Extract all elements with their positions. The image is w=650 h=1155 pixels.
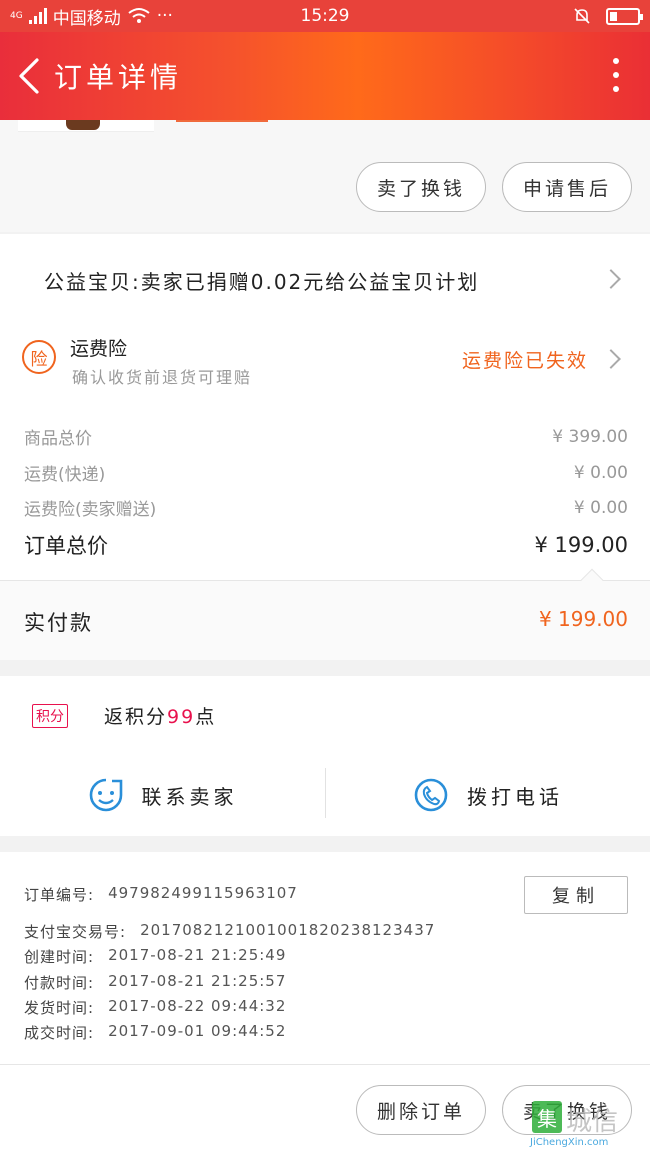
- price-value: ¥ 399.00: [552, 426, 628, 447]
- product-image: [66, 120, 100, 130]
- paid-time-row: 付款时间: 2017-08-21 21:25:57: [24, 972, 286, 993]
- price-row-goods: 商品总价 ¥ 399.00: [24, 424, 628, 450]
- order-number-row: 订单编号: 497982499115963107: [24, 884, 298, 905]
- phone-icon: [414, 778, 448, 812]
- meta-label: 成交时间:: [24, 1024, 95, 1042]
- meta-label: 订单编号:: [24, 886, 95, 904]
- price-label: 商品总价: [24, 429, 92, 449]
- created-time-row: 创建时间: 2017-08-21 21:25:49: [24, 946, 286, 967]
- order-total-row: 订单总价 ¥ 199.00: [24, 530, 628, 560]
- sell-again-button[interactable]: 卖了换钱: [356, 162, 486, 212]
- bottom-action-bar: 删除订单 卖了换钱 集 城信 JiChengXin.com: [0, 1064, 650, 1155]
- price-label: 运费险(卖家赠送): [24, 500, 157, 520]
- meta-value: 2017-08-21 21:25:49: [108, 946, 287, 964]
- chevron-right-icon: [601, 349, 621, 369]
- more-dot-icon: [613, 58, 619, 64]
- status-right: [572, 6, 643, 26]
- order-price-section: 公益宝贝:卖家已捐赠0.02元给公益宝贝计划 险 运费险 确认收货前退货可理赔 …: [0, 234, 650, 580]
- paid-value: ¥ 199.00: [538, 607, 628, 631]
- call-label: 拨打电话: [467, 784, 563, 809]
- order-info-section: 复制 订单编号: 497982499115963107 支付宝交易号: 201708…: [0, 852, 650, 1064]
- order-total-label: 订单总价: [24, 534, 108, 558]
- points-amount: 99: [167, 706, 196, 728]
- meta-label: 创建时间:: [24, 948, 95, 966]
- contact-seller-label: 联系卖家: [141, 784, 238, 809]
- meta-value: 2017082121001001820238123437: [140, 921, 436, 939]
- contact-seller-button[interactable]: 联系卖家: [0, 768, 325, 822]
- sell-again-bottom-button[interactable]: 卖了换钱: [502, 1085, 632, 1135]
- delete-order-button[interactable]: 删除订单: [356, 1085, 486, 1135]
- paid-section: 实付款 ¥ 199.00: [0, 568, 650, 660]
- meta-value: 2017-08-21 21:25:57: [108, 972, 287, 990]
- copy-button[interactable]: 复制: [524, 876, 628, 914]
- battery-icon: [606, 7, 643, 25]
- after-sale-button[interactable]: 申请售后: [502, 162, 632, 212]
- status-bar: 4G 中国移动 ··· 15:29: [0, 0, 650, 32]
- price-value: ¥ 0.00: [573, 497, 628, 518]
- shipped-time-row: 发货时间: 2017-08-22 09:44:32: [24, 997, 286, 1018]
- chevron-left-icon: [19, 58, 39, 94]
- insurance-title: 运费险: [70, 338, 128, 360]
- product-thumbnail[interactable]: [18, 120, 154, 132]
- call-button[interactable]: 拨打电话: [326, 768, 650, 822]
- meta-label: 付款时间:: [24, 974, 95, 992]
- points-prefix: 返积分: [104, 706, 168, 728]
- meta-value: 2017-08-22 09:44:32: [108, 997, 287, 1015]
- title-underline: [176, 120, 268, 122]
- meta-label: 发货时间:: [24, 999, 95, 1017]
- completed-time-row: 成交时间: 2017-09-01 09:44:52: [24, 1022, 286, 1043]
- mute-icon: [574, 8, 590, 24]
- watermark-url: JiChengXin.com: [530, 1137, 609, 1148]
- meta-label: 支付宝交易号:: [24, 923, 127, 941]
- alipay-trade-row: 支付宝交易号: 2017082121001001820238123437: [24, 921, 435, 942]
- back-button[interactable]: [6, 46, 52, 106]
- more-button[interactable]: [612, 58, 620, 92]
- more-dot-icon: [613, 86, 619, 92]
- insurance-badge-icon: 险: [22, 340, 56, 374]
- points-badge: 积分: [32, 704, 68, 728]
- insurance-status[interactable]: 运费险已失效: [462, 346, 588, 373]
- nav-bar: 订单详情: [0, 32, 650, 120]
- paid-label: 实付款: [24, 611, 93, 635]
- meta-value: 497982499115963107: [108, 884, 298, 902]
- clock: 15:29: [300, 6, 350, 26]
- points-contact-section: 积分 返积分99点 联系卖家 拨打电话: [0, 676, 650, 836]
- item-actions-section: 卖了换钱 申请售后: [0, 120, 650, 232]
- order-total-value: ¥ 199.00: [534, 533, 628, 557]
- charity-text[interactable]: 公益宝贝:卖家已捐赠0.02元给公益宝贝计划: [44, 266, 479, 295]
- more-dot-icon: [613, 72, 619, 78]
- page-title: 订单详情: [54, 61, 183, 94]
- chevron-right-icon: [601, 269, 621, 289]
- points-text: 返积分99点: [104, 702, 216, 729]
- points-suffix: 点: [195, 706, 217, 728]
- insurance-subtitle: 确认收货前退货可理赔: [72, 368, 253, 387]
- price-value: ¥ 0.00: [573, 462, 628, 483]
- chat-face-icon: [89, 778, 122, 812]
- meta-value: 2017-09-01 09:44:52: [108, 1022, 287, 1040]
- price-label: 运费(快递): [24, 465, 106, 485]
- price-row-insurance: 运费险(卖家赠送) ¥ 0.00: [24, 495, 628, 521]
- price-row-shipping: 运费(快递) ¥ 0.00: [24, 460, 628, 486]
